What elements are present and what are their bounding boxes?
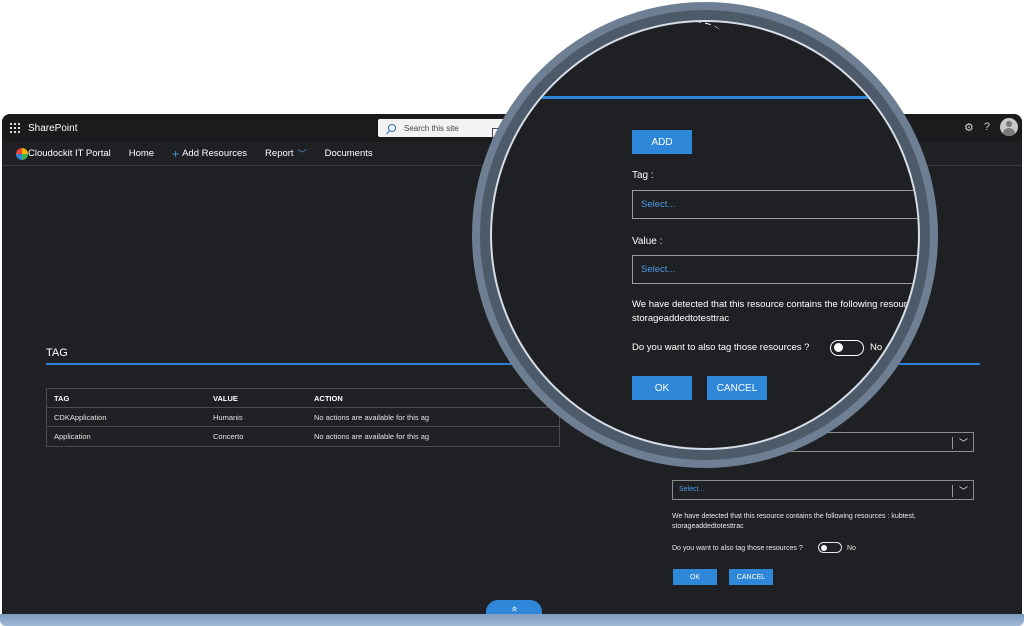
avatar[interactable] [1000, 118, 1018, 136]
table-row[interactable]: Application Concerto No actions are avai… [47, 427, 559, 446]
detected-line: We have detected that this resource cont… [632, 299, 917, 310]
suite-brand[interactable]: SharePoint [28, 123, 77, 134]
chevron-down-icon: ﹀ [958, 486, 968, 496]
tag-resources-toggle[interactable] [830, 340, 864, 356]
window-bottom-bar [0, 614, 1024, 626]
ok-button[interactable]: OK [632, 376, 692, 400]
value-select[interactable]: Select... [632, 255, 918, 284]
suite-actions: ⚙ ? [964, 118, 1018, 136]
chevron-down-icon: ﹀ [297, 149, 307, 159]
toggle-label: No [870, 342, 883, 353]
search-placeholder: Search this site [404, 123, 459, 133]
table-header: TAG VALUE ACTION [47, 389, 559, 408]
detected-resources-text: We have detected that this resource cont… [672, 512, 916, 532]
select-placeholder: Select... [641, 264, 676, 275]
nav-item-documents[interactable]: Documents [325, 148, 373, 159]
cell-tag: CDKApplication [54, 412, 107, 422]
value-label: Value : [632, 236, 663, 247]
toggle-label: No [847, 545, 856, 552]
lens-divider [532, 96, 912, 99]
detected-line: We have detected that this resource cont… [672, 513, 916, 520]
screenshot-stage: SharePoint Search this site ⚙ ? Cloudock… [0, 0, 1024, 626]
tag-resources-question: Do you want to also tag those resources … [632, 342, 810, 353]
cancel-button[interactable]: CANCEL [729, 569, 773, 585]
cell-value: Concerto [213, 432, 244, 441]
nav-item-add-resources[interactable]: + Add Resources [172, 147, 247, 161]
plus-icon: + [172, 146, 180, 161]
detected-line: storageaddedtotesttrac [632, 313, 730, 324]
nav-item-label: Report [265, 148, 294, 159]
tag-label: Tag : [632, 170, 654, 181]
site-title[interactable]: Cloudockit IT Portal [28, 148, 111, 159]
nav-item-label: Documents [324, 148, 373, 159]
nav-item-label: Home [128, 148, 155, 159]
search-icon [388, 124, 396, 132]
tag-select[interactable]: Select... [632, 190, 918, 219]
detected-resources-text: We have detected that this resource cont… [632, 298, 918, 326]
nav-item-label: Add Resources [182, 148, 248, 159]
column-header: VALUE [213, 393, 238, 403]
site-logo-icon [16, 147, 28, 160]
cell-value: Humanis [213, 412, 243, 422]
app-launcher-icon[interactable] [10, 123, 20, 133]
tag-resources-toggle[interactable] [818, 542, 842, 553]
select-placeholder: Select... [679, 486, 705, 493]
section-title: TAG [46, 347, 68, 359]
lens-highlight [550, 22, 720, 46]
chevron-down-icon: ﹀ [958, 438, 968, 448]
tag-resources-question: Do you want to also tag those resources … [672, 545, 803, 552]
tag-table: TAG VALUE ACTION CDKApplication Humanis … [46, 388, 560, 447]
column-header: TAG [54, 393, 70, 403]
add-button[interactable]: ADD [632, 130, 692, 154]
gear-icon[interactable]: ⚙ [964, 121, 974, 134]
cell-tag: Application [54, 432, 91, 441]
select-placeholder: Select... [641, 199, 676, 210]
magnifier-lens: ADD Tag : Select... Value : Select... We… [490, 20, 920, 450]
nav-item-report[interactable]: Report ﹀ [265, 147, 307, 160]
ok-button[interactable]: OK [673, 569, 717, 585]
table-row[interactable]: CDKApplication Humanis No actions are av… [47, 408, 559, 427]
help-icon[interactable]: ? [984, 121, 990, 133]
value-select-small[interactable]: Select... ﹀ [672, 480, 974, 500]
nav-item-home[interactable]: Home [129, 148, 154, 159]
detected-line: storageaddedtotesttrac [672, 523, 744, 530]
double-chevron-up-icon: « [509, 606, 520, 612]
cancel-button[interactable]: CANCEL [707, 376, 767, 400]
